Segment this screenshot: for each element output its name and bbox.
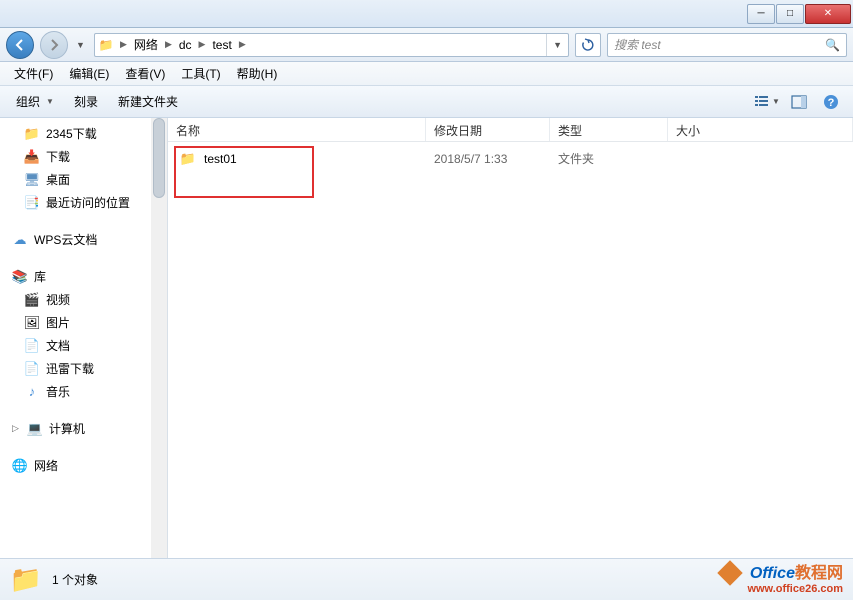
expand-triangle-icon[interactable]: ▷ bbox=[12, 423, 19, 434]
maximize-button[interactable]: □ bbox=[776, 4, 804, 24]
column-name[interactable]: 名称 bbox=[168, 118, 426, 141]
recent-icon: 📑 bbox=[24, 195, 40, 211]
network-icon: 🌐 bbox=[12, 458, 28, 474]
tree-item-2345-downloads[interactable]: 📁 2345下载 bbox=[0, 122, 167, 145]
tree-item-recent[interactable]: 📑 最近访问的位置 bbox=[0, 191, 167, 214]
new-folder-button[interactable]: 新建文件夹 bbox=[110, 89, 186, 114]
breadcrumb-test[interactable]: test bbox=[208, 34, 235, 56]
folder-icon: 📁 bbox=[180, 151, 196, 167]
column-date[interactable]: 修改日期 bbox=[426, 118, 550, 141]
navigation-bar: ▼ 📁 ▶ 网络 ▶ dc ▶ test ▶ ▼ 搜索 test 🔍 bbox=[0, 28, 853, 62]
main-area: 📁 2345下载 📥 下载 🖥 桌面 📑 最近访问的位置 ☁ WPS云文档 📚 … bbox=[0, 118, 853, 558]
tree-item-desktop[interactable]: 🖥 桌面 bbox=[0, 168, 167, 191]
file-row[interactable]: 📁 test01 2018/5/7 1:33 文件夹 bbox=[168, 146, 853, 171]
computer-icon: 💻 bbox=[27, 421, 43, 437]
arrow-right-icon bbox=[48, 39, 60, 51]
breadcrumb-dc[interactable]: dc bbox=[175, 34, 196, 56]
cloud-icon: ☁ bbox=[12, 232, 28, 248]
file-list: 名称 修改日期 类型 大小 📁 test01 2018/5/7 1:33 文件夹 bbox=[168, 118, 853, 558]
burn-button[interactable]: 刻录 bbox=[66, 89, 106, 114]
menu-help[interactable]: 帮助(H) bbox=[229, 62, 286, 85]
help-icon: ? bbox=[823, 94, 839, 110]
file-name-cell[interactable]: 📁 test01 bbox=[168, 151, 426, 167]
refresh-icon bbox=[581, 38, 595, 52]
tree-item-wps-cloud[interactable]: ☁ WPS云文档 bbox=[0, 228, 167, 251]
tree-item-music[interactable]: ♪ 音乐 bbox=[0, 380, 167, 403]
video-icon: 🎬 bbox=[24, 292, 40, 308]
chevron-right-icon[interactable]: ▶ bbox=[117, 39, 130, 50]
chevron-down-icon: ▼ bbox=[46, 97, 54, 106]
window-controls: ─ □ ✕ bbox=[747, 4, 851, 24]
close-button[interactable]: ✕ bbox=[805, 4, 851, 24]
forward-button[interactable] bbox=[40, 31, 68, 59]
toolbar: 组织 ▼ 刻录 新建文件夹 ▼ ? bbox=[0, 86, 853, 118]
menu-file[interactable]: 文件(F) bbox=[6, 62, 61, 85]
tree-item-library[interactable]: 📚 库 bbox=[0, 265, 167, 288]
column-size[interactable]: 大小 bbox=[668, 118, 853, 141]
menu-bar: 文件(F) 编辑(E) 查看(V) 工具(T) 帮助(H) bbox=[0, 62, 853, 86]
folder-large-icon: 📁 bbox=[10, 564, 42, 596]
file-date-cell: 2018/5/7 1:33 bbox=[426, 152, 550, 166]
column-type[interactable]: 类型 bbox=[550, 118, 668, 141]
download-icon: 📥 bbox=[24, 149, 40, 165]
breadcrumb-dropdown[interactable]: ▼ bbox=[546, 34, 568, 56]
file-type-cell: 文件夹 bbox=[550, 150, 668, 167]
tree-item-videos[interactable]: 🎬 视频 bbox=[0, 288, 167, 311]
tree-scrollbar[interactable] bbox=[151, 118, 167, 558]
breadcrumb[interactable]: 📁 ▶ 网络 ▶ dc ▶ test ▶ ▼ bbox=[94, 33, 569, 57]
refresh-button[interactable] bbox=[575, 33, 601, 57]
music-icon: ♪ bbox=[24, 384, 40, 400]
chevron-right-icon[interactable]: ▶ bbox=[196, 39, 209, 50]
watermark: Office教程网 www.office26.com bbox=[721, 564, 843, 596]
minimize-button[interactable]: ─ bbox=[747, 4, 775, 24]
menu-view[interactable]: 查看(V) bbox=[117, 62, 173, 85]
navigation-tree[interactable]: 📁 2345下载 📥 下载 🖥 桌面 📑 最近访问的位置 ☁ WPS云文档 📚 … bbox=[0, 118, 168, 558]
search-placeholder: 搜索 test bbox=[614, 36, 661, 53]
menu-tools[interactable]: 工具(T) bbox=[173, 62, 228, 85]
view-list-icon bbox=[754, 95, 770, 109]
chevron-right-icon[interactable]: ▶ bbox=[236, 39, 249, 50]
breadcrumb-network[interactable]: 网络 bbox=[130, 34, 162, 56]
status-object-count: 1 个对象 bbox=[52, 571, 98, 588]
nav-history-dropdown[interactable]: ▼ bbox=[74, 36, 88, 54]
help-button[interactable]: ? bbox=[817, 90, 845, 114]
svg-text:?: ? bbox=[828, 97, 835, 109]
arrow-left-icon bbox=[14, 39, 26, 51]
tree-item-computer[interactable]: ▷ 💻 计算机 bbox=[0, 417, 167, 440]
chevron-down-icon: ▼ bbox=[772, 97, 780, 106]
search-input[interactable]: 搜索 test 🔍 bbox=[607, 33, 847, 57]
search-icon[interactable]: 🔍 bbox=[825, 38, 840, 52]
chevron-right-icon[interactable]: ▶ bbox=[162, 39, 175, 50]
document-icon: 📄 bbox=[24, 338, 40, 354]
tree-item-xunlei[interactable]: 📄 迅雷下载 bbox=[0, 357, 167, 380]
folder-icon: 📁 bbox=[95, 38, 117, 52]
column-headers: 名称 修改日期 类型 大小 bbox=[168, 118, 853, 142]
view-mode-button[interactable]: ▼ bbox=[753, 90, 781, 114]
back-button[interactable] bbox=[6, 31, 34, 59]
tree-item-documents[interactable]: 📄 文档 bbox=[0, 334, 167, 357]
folder-icon: 📁 bbox=[24, 126, 40, 142]
desktop-icon: 🖥 bbox=[24, 172, 40, 188]
preview-pane-button[interactable] bbox=[785, 90, 813, 114]
file-rows[interactable]: 📁 test01 2018/5/7 1:33 文件夹 bbox=[168, 142, 853, 558]
tree-item-network[interactable]: 🌐 网络 bbox=[0, 454, 167, 477]
scrollbar-thumb[interactable] bbox=[153, 118, 165, 198]
tree-item-pictures[interactable]: 🖼 图片 bbox=[0, 311, 167, 334]
window-titlebar: ─ □ ✕ bbox=[0, 0, 853, 28]
picture-icon: 🖼 bbox=[24, 315, 40, 331]
library-icon: 📚 bbox=[12, 269, 28, 285]
watermark-logo-icon bbox=[718, 561, 743, 586]
organize-button[interactable]: 组织 ▼ bbox=[8, 89, 62, 114]
download-icon: 📄 bbox=[24, 361, 40, 377]
preview-pane-icon bbox=[791, 95, 807, 109]
tree-item-downloads[interactable]: 📥 下载 bbox=[0, 145, 167, 168]
menu-edit[interactable]: 编辑(E) bbox=[61, 62, 117, 85]
